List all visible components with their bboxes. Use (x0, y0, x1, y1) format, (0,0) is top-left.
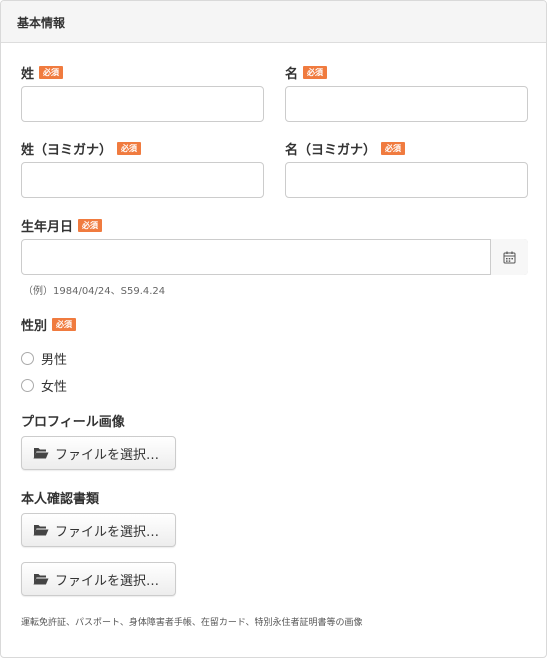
required-badge: 必須 (78, 219, 103, 232)
last-name-label: 姓 必須 (21, 63, 64, 82)
id-documents-label-text: 本人確認書類 (21, 492, 100, 507)
basic-info-panel: 基本情報 姓 必須 名 必須 姓（ヨミガナ） 必須 名（ヨミガナ） 必須 生年月… (0, 0, 547, 658)
birthdate-hint: （例）1984/04/24、S59.4.24 (23, 286, 166, 297)
birthdate-input[interactable] (21, 239, 528, 275)
id-document-file-button-1[interactable]: ファイルを選択… (21, 513, 176, 547)
first-name-kana-label: 名（ヨミガナ） 必須 (285, 139, 406, 158)
first-name-kana-label-text: 名（ヨミガナ） (285, 143, 377, 158)
required-badge: 必須 (52, 318, 77, 331)
profile-image-file-button[interactable]: ファイルを選択… (21, 436, 176, 470)
gender-label: 性別 必須 (21, 315, 77, 334)
gender-option-female[interactable]: 女性 (21, 376, 67, 395)
radio-button[interactable] (21, 352, 34, 365)
gender-label-text: 性別 (21, 319, 48, 334)
id-document-file-button-label: ファイルを選択… (55, 573, 160, 589)
gender-option-label: 女性 (41, 380, 68, 395)
profile-image-label-text: プロフィール画像 (21, 415, 125, 430)
last-name-kana-input[interactable] (21, 162, 264, 198)
id-document-file-button-label: ファイルを選択… (55, 524, 160, 540)
panel-title: 基本情報 (17, 16, 66, 30)
first-name-input[interactable] (285, 86, 528, 122)
gender-option-label: 男性 (41, 353, 68, 368)
radio-button[interactable] (21, 379, 34, 392)
profile-image-file-button-label: ファイルを選択… (55, 447, 160, 463)
required-badge: 必須 (39, 66, 64, 79)
calendar-icon (503, 251, 516, 263)
birthdate-label-text: 生年月日 (21, 220, 74, 235)
id-document-file-button-2[interactable]: ファイルを選択… (21, 562, 176, 596)
id-documents-note: 運転免許証、パスポート、身体障害者手帳、在留カード、特別永住者証明書等の画像 (21, 618, 363, 628)
last-name-input[interactable] (21, 86, 264, 122)
required-badge: 必須 (303, 66, 328, 79)
required-badge: 必須 (381, 142, 406, 155)
birthdate-label: 生年月日 必須 (21, 216, 103, 235)
id-documents-label: 本人確認書類 (21, 488, 99, 507)
profile-image-label: プロフィール画像 (21, 411, 125, 430)
required-badge: 必須 (117, 142, 142, 155)
last-name-kana-label-text: 姓（ヨミガナ） (21, 143, 113, 158)
last-name-kana-label: 姓（ヨミガナ） 必須 (21, 139, 142, 158)
last-name-label-text: 姓 (21, 67, 35, 82)
first-name-label-text: 名 (285, 67, 299, 82)
panel-header: 基本情報 (1, 1, 546, 43)
first-name-label: 名 必須 (285, 63, 328, 82)
folder-open-icon (33, 448, 49, 459)
first-name-kana-input[interactable] (285, 162, 528, 198)
calendar-button[interactable] (490, 239, 528, 275)
folder-open-icon (33, 525, 49, 536)
folder-open-icon (33, 574, 49, 585)
gender-option-male[interactable]: 男性 (21, 349, 67, 368)
